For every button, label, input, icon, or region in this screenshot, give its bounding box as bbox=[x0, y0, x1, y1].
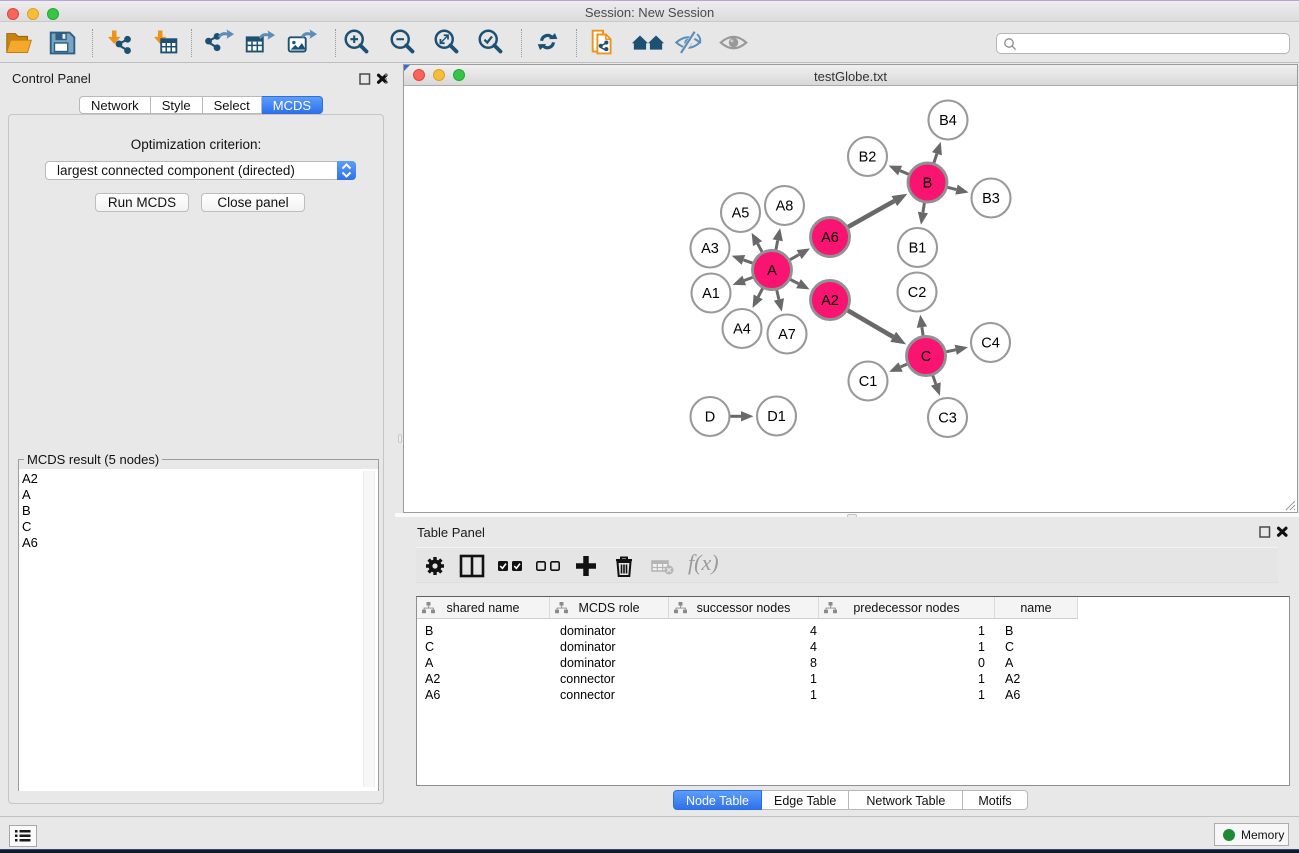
svg-text:A: A bbox=[767, 263, 777, 279]
svg-text:B: B bbox=[923, 176, 933, 192]
svg-text:B2: B2 bbox=[859, 150, 877, 166]
svg-text:B3: B3 bbox=[982, 191, 1000, 207]
svg-text:A6: A6 bbox=[821, 230, 839, 246]
svg-text:A8: A8 bbox=[776, 199, 794, 215]
svg-text:C2: C2 bbox=[908, 285, 927, 301]
svg-text:A3: A3 bbox=[701, 241, 719, 257]
svg-text:A1: A1 bbox=[702, 286, 720, 302]
svg-text:C1: C1 bbox=[859, 374, 878, 390]
svg-text:A5: A5 bbox=[732, 206, 750, 222]
svg-text:B4: B4 bbox=[939, 113, 957, 129]
svg-text:A4: A4 bbox=[733, 322, 751, 338]
svg-text:C: C bbox=[921, 349, 931, 365]
svg-text:D1: D1 bbox=[767, 409, 786, 425]
svg-text:B1: B1 bbox=[909, 241, 927, 257]
svg-text:C4: C4 bbox=[981, 336, 1000, 352]
svg-text:A2: A2 bbox=[821, 293, 839, 309]
svg-text:C3: C3 bbox=[938, 411, 957, 427]
svg-text:D: D bbox=[705, 410, 715, 426]
svg-text:A7: A7 bbox=[778, 327, 796, 343]
